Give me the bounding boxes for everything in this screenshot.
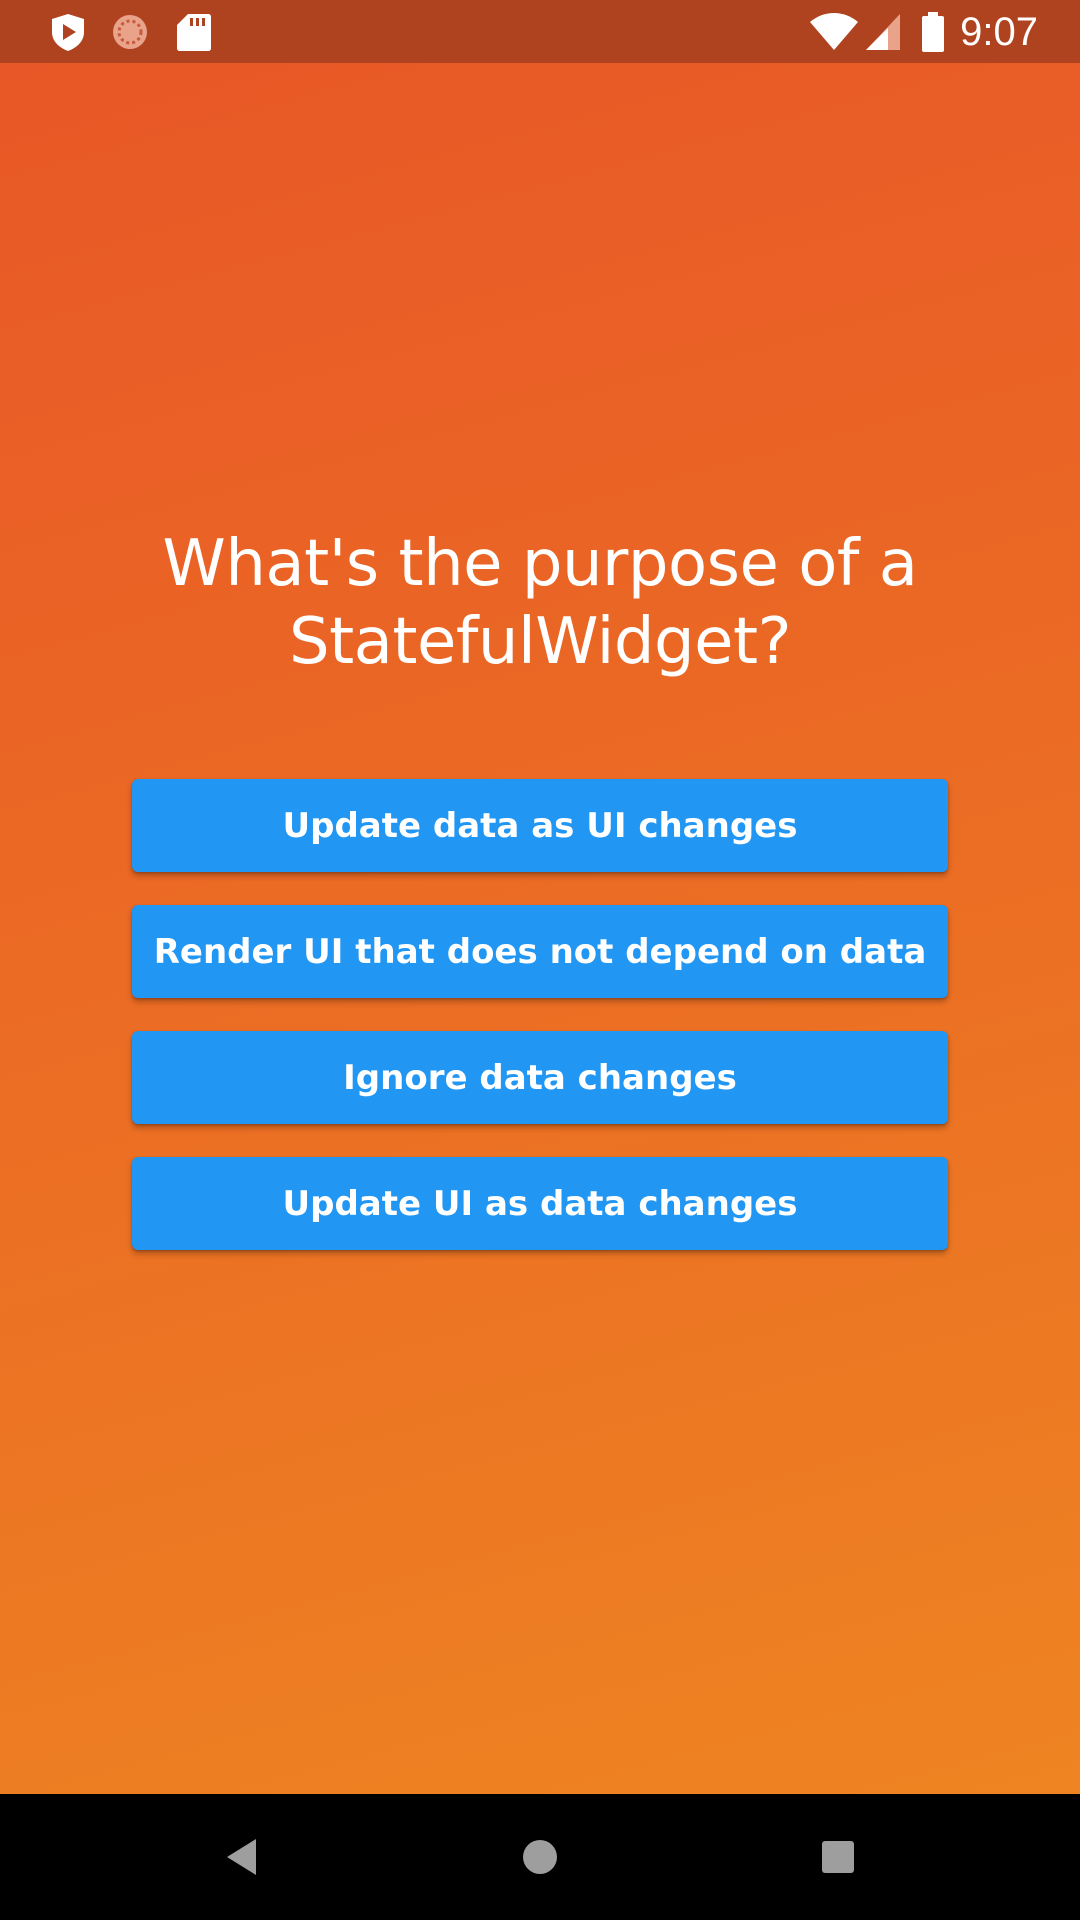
wifi-icon xyxy=(808,10,860,54)
status-bar: 9:07 xyxy=(0,0,1080,63)
question-text: What's the purpose of a StatefulWidget? xyxy=(162,527,918,679)
answer-button-4[interactable]: Update UI as data changes xyxy=(132,1157,948,1250)
cell-signal-icon xyxy=(864,10,902,54)
phone-screen: 9:07 What's the purpose of a StatefulWid… xyxy=(0,0,1080,1920)
answer-button-2[interactable]: Render UI that does not depend on data xyxy=(132,905,948,998)
recents-icon[interactable] xyxy=(808,1827,868,1887)
home-icon[interactable] xyxy=(510,1827,570,1887)
navigation-bar xyxy=(0,1794,1080,1920)
quiz-screen: What's the purpose of a StatefulWidget? … xyxy=(0,63,1080,1794)
back-icon[interactable] xyxy=(212,1827,272,1887)
loading-circle-icon xyxy=(110,12,150,52)
battery-icon xyxy=(920,10,946,54)
answer-button-3[interactable]: Ignore data changes xyxy=(132,1031,948,1124)
status-time: 9:07 xyxy=(960,10,1038,54)
answer-button-1[interactable]: Update data as UI changes xyxy=(132,779,948,872)
sd-card-icon xyxy=(176,12,216,52)
shield-play-icon xyxy=(48,12,88,52)
